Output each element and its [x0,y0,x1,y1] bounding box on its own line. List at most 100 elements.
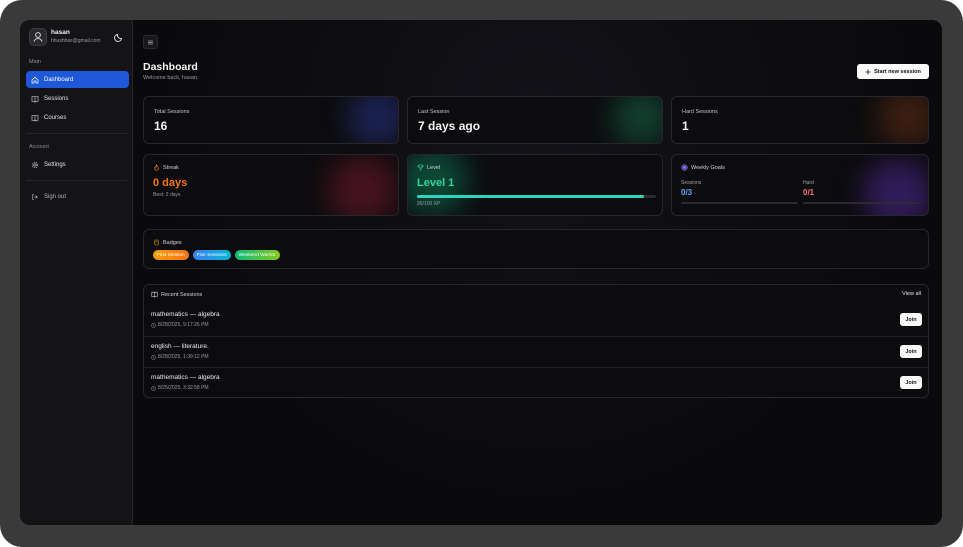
recent-sessions-header: Recent Sessions [151,291,202,298]
level-header: Level [417,164,440,171]
session-title: mathematics — algebra [151,311,220,318]
level-card: Level Level 1 95/100 XP [407,154,663,216]
total-sessions-card: Total Sessions 16 [143,96,399,144]
join-button[interactable]: Join [900,345,922,358]
user-icon [33,32,43,42]
device-frame: hasan hhushhas@gmail.com Main Dashboard … [0,0,963,547]
session-time: 8/25/2025, 3:32:58 PM [151,385,209,391]
badges-header: Badges [153,239,182,246]
stat-label: Hard Sessions [682,109,718,115]
flame-icon [154,164,159,171]
badges-card: Badges First Session Five Sessions Weeke… [143,229,929,269]
user-email: hhushhas@gmail.com [51,38,101,44]
session-time: 8/28/2025, 9:17:26 PM [151,322,209,328]
user-name: hasan [51,29,70,36]
app-screen: hasan hhushhas@gmail.com Main Dashboard … [20,20,942,525]
goal-hard-label: Hard [803,180,814,186]
weekly-goals-header: Weekly Goals [681,164,725,171]
hard-sessions-card: Hard Sessions 1 [671,96,929,144]
menu-icon [148,40,153,44]
card-glow [328,155,398,215]
goal-hard-progress [803,202,920,204]
join-button[interactable]: Join [900,313,922,326]
xp-progress-fill [417,195,645,198]
section-label-main: Main [29,59,41,65]
sidebar-item-label: Dashboard [44,76,74,83]
session-row: mathematics — algebra 8/28/2025, 9:17:26… [144,305,928,336]
sign-out-label: Sign out [44,193,67,200]
last-session-card: Last Session 7 days ago [407,96,663,144]
badge-list: First Session Five Sessions Weekend Warr… [153,250,280,260]
badge-pill: First Session [153,250,189,260]
recent-sessions-card: Recent Sessions View all mathematics — a… [143,284,929,398]
card-glow [878,97,928,143]
weekly-goals-label: Weekly Goals [691,164,725,171]
sidebar-item-dashboard[interactable]: Dashboard [26,71,129,88]
streak-best: Best: 2 days [153,192,181,198]
streak-label: Streak [163,164,179,171]
session-time: 8/28/2025, 1:39:12 PM [151,354,209,360]
streak-value: 0 days [153,177,188,189]
book-open-icon [31,114,39,122]
badge-pill: Five Sessions [192,250,231,260]
goal-hard-value: 0/1 [803,188,815,197]
level-value: Level 1 [417,177,455,189]
moon-icon[interactable] [113,31,125,43]
level-label: Level [427,164,441,171]
start-new-session-label: Start new session [874,68,921,75]
join-button[interactable]: Join [900,376,922,389]
book-icon [151,291,158,298]
start-new-session-button[interactable]: Start new session [857,64,929,79]
sidebar-item-settings[interactable]: Settings [26,156,129,173]
weekly-goals-card: Weekly Goals Sessions 0/3 Hard 0/1 [671,154,929,216]
goal-sessions-value: 0/3 [681,188,693,197]
session-row: english — literature. 8/28/2025, 1:39:12… [144,336,928,367]
page-title: Dashboard [143,61,198,73]
streak-header: Streak [153,164,179,171]
stat-label: Total Sessions [154,109,190,115]
book-icon [31,95,39,103]
sidebar-toggle-button[interactable] [143,35,158,49]
trophy-icon [417,164,424,171]
xp-text: 95/100 XP [417,201,441,207]
session-row: mathematics — algebra 8/25/2025, 3:32:58… [144,367,928,397]
target-icon [681,164,688,171]
stat-value: 1 [682,119,689,133]
main-content: Dashboard Welcome back, hasan. Start new… [133,20,942,525]
sidebar: hasan hhushhas@gmail.com Main Dashboard … [20,20,133,525]
view-all-link[interactable]: View all [902,291,921,297]
goal-sessions-label: Sessions [681,180,702,186]
card-glow [612,97,662,143]
badge-pill: Weekend Warrior [234,250,280,260]
stat-value: 7 days ago [418,119,481,133]
session-time-text: 8/28/2025, 9:17:26 PM [158,322,209,328]
sign-out-icon [32,193,38,200]
sidebar-item-sessions[interactable]: Sessions [26,90,129,107]
divider [26,180,127,181]
sidebar-item-label: Sessions [44,95,69,102]
page-subtitle: Welcome back, hasan. [143,75,199,81]
recent-sessions-label: Recent Sessions [161,291,203,298]
streak-card: Streak 0 days Best: 2 days [143,154,399,216]
sidebar-item-label: Settings [44,161,66,168]
sidebar-item-courses[interactable]: Courses [26,109,129,126]
divider [26,133,127,134]
sidebar-item-label: Courses [44,114,67,121]
xp-progress-bar [417,195,656,198]
session-title: english — literature. [151,343,209,350]
medal-icon [154,239,159,246]
sign-out-button[interactable]: Sign out [26,188,129,205]
plus-icon [865,69,871,74]
clock-icon [151,385,156,391]
session-time-text: 8/28/2025, 1:39:12 PM [158,354,209,360]
session-time-text: 8/25/2025, 3:32:58 PM [158,385,209,391]
avatar [29,28,47,46]
badges-label: Badges [163,239,182,246]
home-icon [31,76,39,83]
session-title: mathematics — algebra [151,374,220,381]
clock-icon [151,322,156,328]
stat-label: Last Session [418,109,450,115]
section-label-account: Account [29,144,49,150]
gear-icon [31,161,39,168]
card-glow [348,97,398,143]
